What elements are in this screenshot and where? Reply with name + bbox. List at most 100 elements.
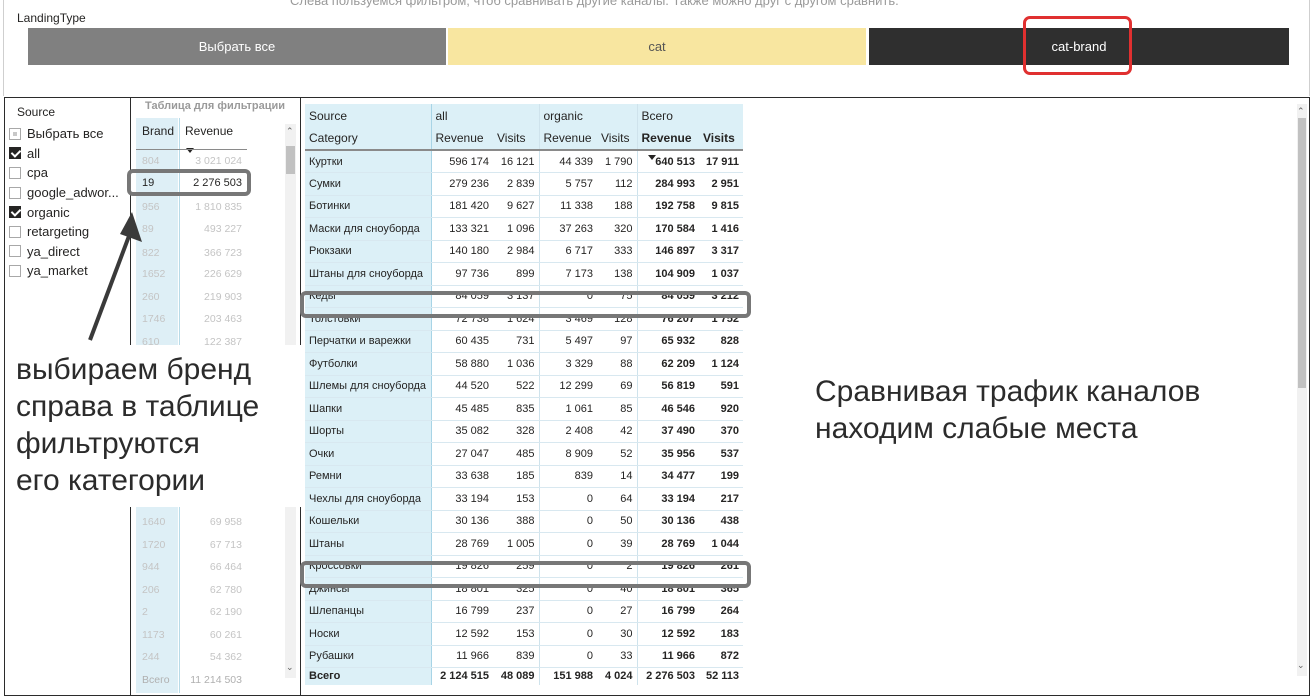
- value-cell: 140 180: [430, 240, 493, 263]
- value-cell: 328: [493, 420, 539, 443]
- value-cell: 5 757: [538, 172, 597, 196]
- matrix-scroll-thumb[interactable]: [1298, 118, 1306, 388]
- filter-table-scroll-thumb[interactable]: [286, 146, 295, 174]
- revenue-cell: 54 362: [209, 651, 242, 663]
- scroll-up-icon[interactable]: ⌃: [286, 126, 294, 137]
- value-cell: 1 036: [493, 352, 539, 376]
- matrix-row[interactable]: Рюкзаки 140 180 2 984 6 717 333 146 897 3 317: [305, 240, 743, 263]
- tile-select-all[interactable]: Выбрать все: [28, 28, 446, 65]
- value-cell: 0: [538, 622, 597, 646]
- brand-cell: 206: [142, 584, 160, 596]
- value-cell: 153: [493, 487, 539, 511]
- revenue-cell: 62 190: [209, 606, 242, 618]
- value-cell: 50: [597, 510, 637, 533]
- matrix-row[interactable]: Куртки 596 174 16 121 44 339 1 790 640 513 17 …: [305, 150, 743, 173]
- checkbox-checked-icon[interactable]: [9, 206, 21, 219]
- group-header-total[interactable]: Всего: [636, 104, 743, 127]
- category-cell: Штаны для сноуборда: [305, 262, 432, 286]
- value-cell: 30 136: [636, 510, 699, 533]
- matrix-row[interactable]: Рубашки 11 966 839 0 33 11 966 872: [305, 645, 743, 668]
- matrix-row[interactable]: Ботинки 181 420 9 627 11 338 188 192 758 9 815: [305, 195, 743, 218]
- checkbox-icon[interactable]: [9, 264, 21, 277]
- matrix-row[interactable]: Штаны для сноуборда 97 736 899 7 173 138 104 …: [305, 262, 743, 286]
- checkbox-icon[interactable]: [9, 225, 21, 238]
- matrix-row[interactable]: Маски для сноуборда 133 321 1 096 37 263 320…: [305, 217, 743, 241]
- measure-header[interactable]: Revenue: [430, 127, 493, 151]
- value-cell: 333: [597, 240, 637, 263]
- value-cell: 11 338: [538, 195, 597, 218]
- value-cell: 188: [597, 195, 637, 218]
- matrix-row[interactable]: Кошельки 30 136 388 0 50 30 136 438: [305, 510, 743, 533]
- value-cell: 388: [493, 510, 539, 533]
- value-cell: 185: [493, 465, 539, 488]
- checkbox-icon[interactable]: [9, 166, 21, 179]
- cat-brand-highlight-box: [1023, 16, 1132, 75]
- category-header[interactable]: Category: [305, 127, 432, 151]
- measure-header[interactable]: Visits: [597, 127, 637, 151]
- matrix-row[interactable]: Ремни 33 638 185 839 14 34 477 199: [305, 465, 743, 488]
- matrix-row[interactable]: Шорты 35 082 328 2 408 42 37 490 370: [305, 420, 743, 443]
- value-cell: 1 416: [699, 217, 743, 241]
- scroll-up-icon[interactable]: ⌃: [1297, 106, 1305, 117]
- value-cell: 170 584: [636, 217, 699, 241]
- matrix-header-row-measures: Category Revenue Visits Revenue Visits R…: [305, 127, 743, 151]
- value-cell: 1 005: [493, 532, 539, 556]
- revenue-cell: 67 713: [209, 539, 242, 551]
- source-item-cpa[interactable]: cpa: [9, 163, 129, 183]
- brand-header[interactable]: Brand: [142, 124, 174, 138]
- checkbox-checked-icon[interactable]: [9, 147, 21, 160]
- sort-descending-icon: [648, 147, 656, 165]
- matrix-row[interactable]: Чехлы для сноуборда 33 194 153 0 64 33 194 217: [305, 487, 743, 511]
- value-cell: 3 317: [699, 240, 743, 263]
- group-header-all[interactable]: all: [430, 104, 539, 127]
- value-cell: 33: [597, 645, 637, 668]
- tile-cat[interactable]: cat: [448, 28, 866, 65]
- source-item-all[interactable]: all: [9, 144, 129, 164]
- matrix-row[interactable]: Сумки 279 236 2 839 5 757 112 284 993 2 951: [305, 172, 743, 196]
- value-cell: 35 956: [636, 442, 699, 466]
- source-item-label: organic: [27, 204, 70, 220]
- brand-row[interactable]: 89 493 227: [136, 217, 247, 243]
- brand-total-value: 11 214 503: [190, 674, 242, 686]
- matrix-row[interactable]: Футболки 58 880 1 036 3 329 88 62 209 1 124: [305, 352, 743, 376]
- total-value: 48 089: [500, 670, 535, 683]
- brand-row[interactable]: 244 54 362: [136, 645, 247, 671]
- measure-header[interactable]: Revenue: [538, 127, 597, 151]
- selected-brand-highlight-box: [127, 169, 251, 196]
- matrix-row[interactable]: Штаны 28 769 1 005 0 39 28 769 1 044: [305, 532, 743, 556]
- category-cell: Перчатки и варежки: [305, 330, 432, 353]
- value-cell: 30: [597, 622, 637, 646]
- measure-header-sorted[interactable]: Revenue: [636, 127, 699, 151]
- category-cell: Куртки: [305, 150, 432, 173]
- source-item-select-all[interactable]: Выбрать все: [9, 124, 129, 144]
- scroll-down-icon[interactable]: ⌄: [286, 662, 294, 673]
- scroll-down-icon[interactable]: ⌄: [1297, 660, 1305, 671]
- measure-header[interactable]: Visits: [699, 127, 743, 151]
- source-item-label: cpa: [27, 165, 48, 181]
- annotation-left: выбираем бренд справа в таблице фильтрую…: [10, 345, 305, 507]
- matrix-row[interactable]: Шапки 45 485 835 1 061 85 46 546 920: [305, 397, 743, 421]
- value-cell: 217: [699, 487, 743, 511]
- matrix-row[interactable]: Шлепанцы 16 799 237 0 27 16 799 264: [305, 600, 743, 623]
- value-cell: 58 880: [430, 352, 493, 376]
- matrix-row[interactable]: Очки 27 047 485 8 909 52 35 956 537: [305, 442, 743, 466]
- brand-cell: 804: [142, 155, 160, 167]
- measure-header[interactable]: Visits: [493, 127, 539, 151]
- matrix-row[interactable]: Перчатки и варежки 60 435 731 5 497 97 65 932…: [305, 330, 743, 353]
- value-cell: 9 627: [493, 195, 539, 218]
- matrix-row[interactable]: Шлемы для сноуборда 44 520 522 12 299 69 56 8…: [305, 375, 743, 398]
- checkbox-icon[interactable]: [9, 127, 21, 140]
- matrix-row[interactable]: Носки 12 592 153 0 30 12 592 183: [305, 622, 743, 646]
- value-cell: 2 951: [699, 172, 743, 196]
- checkbox-icon[interactable]: [9, 186, 21, 199]
- brand-cell: 244: [142, 651, 160, 663]
- value-cell: 16 799: [430, 600, 493, 623]
- revenue-header[interactable]: Revenue: [185, 124, 233, 138]
- value-cell: 370: [699, 420, 743, 443]
- value-cell: 69: [597, 375, 637, 398]
- value-cell: 153: [493, 622, 539, 646]
- checkbox-icon[interactable]: [9, 245, 21, 258]
- source-item-google-adwords[interactable]: google_adwor...: [9, 183, 129, 203]
- annotation-right-line: Сравнивая трафик каналов: [815, 375, 1201, 408]
- group-header-organic[interactable]: organic: [538, 104, 637, 127]
